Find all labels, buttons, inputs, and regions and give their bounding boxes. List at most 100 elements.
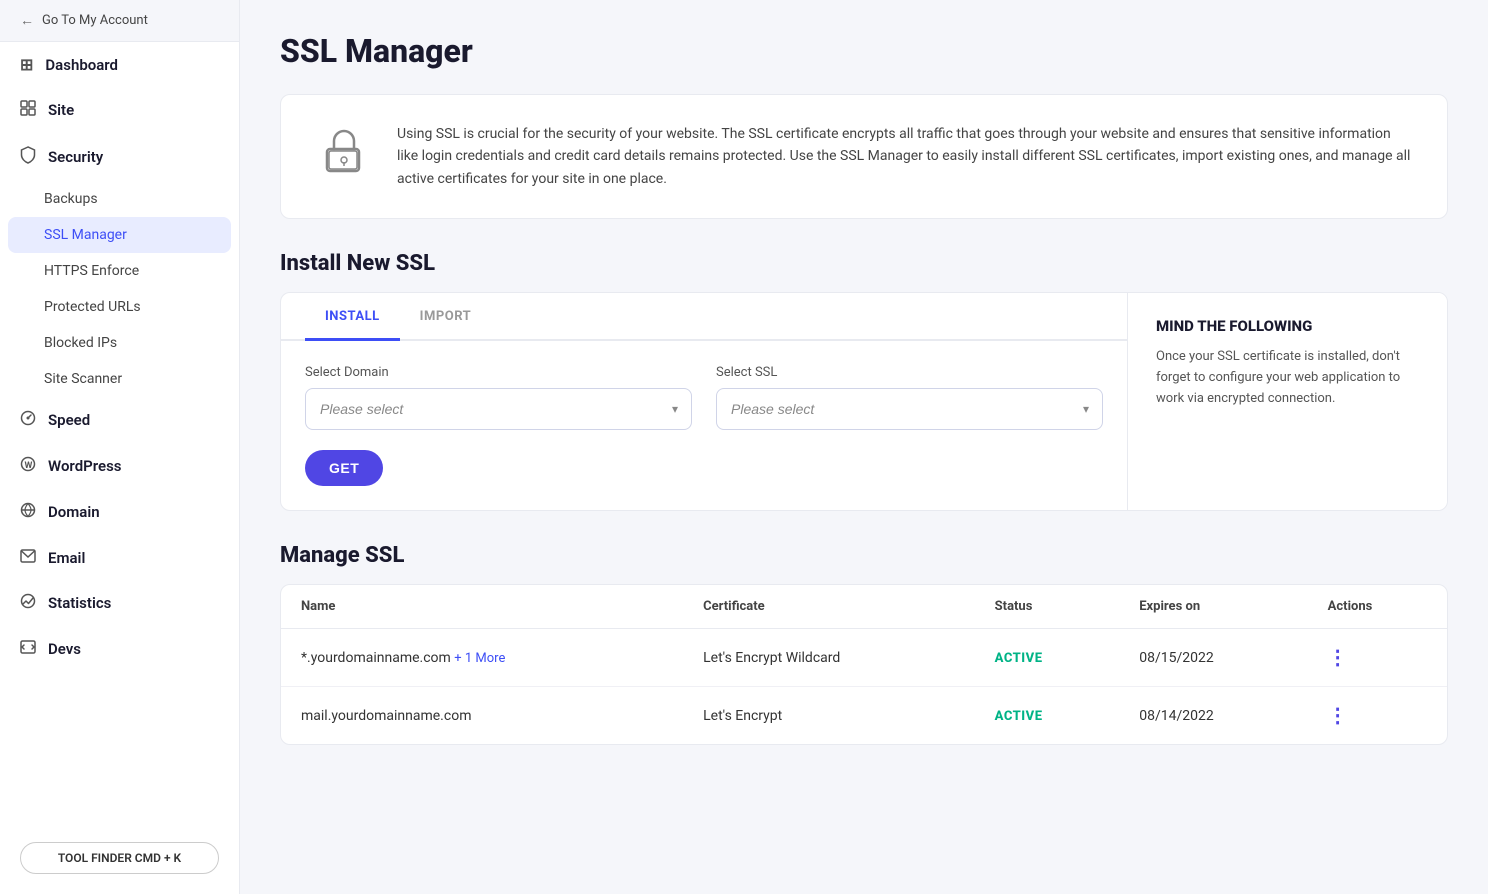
install-card-body: INSTALL IMPORT Select Domain Please sele… (281, 293, 1447, 510)
sidebar: ← Go To My Account ⊞ Dashboard Site Secu… (0, 0, 240, 894)
protected-urls-label: Protected URLs (44, 299, 141, 315)
select-domain-wrap: Please select ▾ (305, 388, 692, 430)
col-header-actions: Actions (1308, 585, 1447, 629)
https-enforce-label: HTTPS Enforce (44, 263, 139, 279)
row2-expires-on: 08/14/2022 (1119, 687, 1307, 745)
backups-label: Backups (44, 191, 98, 207)
install-tabs: INSTALL IMPORT (281, 293, 1127, 341)
email-icon (20, 548, 36, 567)
select-domain-group: Select Domain Please select ▾ (305, 365, 692, 430)
ssl-icon-wrap (313, 123, 373, 183)
sidebar-item-site[interactable]: Site (0, 87, 239, 133)
install-right-panel: MIND THE FOLLOWING Once your SSL certifi… (1127, 293, 1447, 510)
row1-status: ACTIVE (975, 629, 1120, 687)
row1-more-link[interactable]: + 1 More (454, 651, 505, 666)
devs-icon (20, 639, 36, 659)
row2-actions-button[interactable]: ⋮ (1328, 703, 1349, 728)
tab-install[interactable]: INSTALL (305, 293, 400, 341)
main-content: SSL Manager Using SSL is crucial for the… (240, 0, 1488, 894)
table-row: *.yourdomainname.com + 1 More Let's Encr… (281, 629, 1447, 687)
row1-expires-on: 08/15/2022 (1119, 629, 1307, 687)
sidebar-sub-item-ssl-manager[interactable]: SSL Manager (8, 217, 231, 253)
sidebar-item-label-speed: Speed (48, 411, 90, 429)
go-to-my-account-label: Go To My Account (42, 13, 148, 28)
mind-text: Once your SSL certificate is installed, … (1156, 347, 1419, 409)
table-header: Name Certificate Status Expires on Actio… (281, 585, 1447, 629)
row1-name: *.yourdomainname.com + 1 More (281, 629, 683, 687)
tool-finder-button[interactable]: TOOL FINDER CMD + K (20, 842, 219, 874)
status-badge: ACTIVE (995, 651, 1043, 666)
sidebar-item-label-statistics: Statistics (48, 594, 111, 612)
col-header-expires-on: Expires on (1119, 585, 1307, 629)
info-description: Using SSL is crucial for the security of… (397, 123, 1415, 190)
status-badge: ACTIVE (995, 709, 1043, 724)
svg-text:W: W (25, 461, 33, 471)
sidebar-item-devs[interactable]: Devs (0, 626, 239, 672)
sidebar-item-label-security: Security (48, 148, 103, 166)
go-to-my-account-link[interactable]: ← Go To My Account (0, 0, 239, 42)
sidebar-item-dashboard[interactable]: ⊞ Dashboard (0, 42, 239, 87)
sidebar-sub-item-https-enforce[interactable]: HTTPS Enforce (0, 253, 239, 289)
blocked-ips-label: Blocked IPs (44, 335, 117, 351)
select-ssl-label: Select SSL (716, 365, 1103, 380)
row2-name: mail.yourdomainname.com (281, 687, 683, 745)
wordpress-icon: W (20, 456, 36, 476)
back-arrow-icon: ← (20, 12, 34, 29)
sidebar-item-statistics[interactable]: Statistics (0, 580, 239, 626)
speed-icon (20, 410, 36, 430)
statistics-icon (20, 593, 36, 613)
tool-finder-label: TOOL FINDER CMD + K (58, 851, 181, 865)
install-section-title: Install New SSL (280, 251, 1448, 276)
manage-section-title: Manage SSL (280, 543, 1448, 568)
install-form-row: Select Domain Please select ▾ Select SSL (281, 341, 1127, 430)
row1-domain: *.yourdomainname.com (301, 650, 451, 666)
table-body: *.yourdomainname.com + 1 More Let's Encr… (281, 629, 1447, 745)
row2-certificate: Let's Encrypt (683, 687, 975, 745)
select-domain-label: Select Domain (305, 365, 692, 380)
select-ssl-input[interactable]: Please select (716, 388, 1103, 430)
mind-title: MIND THE FOLLOWING (1156, 317, 1419, 335)
manage-ssl-table: Name Certificate Status Expires on Actio… (281, 585, 1447, 744)
sidebar-item-domain[interactable]: Domain (0, 489, 239, 535)
security-icon (20, 146, 36, 168)
manage-ssl-card: Name Certificate Status Expires on Actio… (280, 584, 1448, 745)
sidebar-item-speed[interactable]: Speed (0, 397, 239, 443)
sidebar-item-label-wordpress: WordPress (48, 457, 122, 475)
row1-actions-button[interactable]: ⋮ (1328, 645, 1349, 670)
domain-icon (20, 502, 36, 522)
row2-actions: ⋮ (1308, 687, 1447, 745)
sidebar-item-email[interactable]: Email (0, 535, 239, 580)
tab-import-label: IMPORT (420, 309, 472, 324)
table-row: mail.yourdomainname.com Let's Encrypt AC… (281, 687, 1447, 745)
col-header-certificate: Certificate (683, 585, 975, 629)
row1-certificate: Let's Encrypt Wildcard (683, 629, 975, 687)
page-title: SSL Manager (280, 32, 1448, 70)
select-domain-input[interactable]: Please select (305, 388, 692, 430)
dashboard-icon: ⊞ (20, 55, 33, 74)
row1-actions: ⋮ (1308, 629, 1447, 687)
sidebar-sub-item-protected-urls[interactable]: Protected URLs (0, 289, 239, 325)
info-box: Using SSL is crucial for the security of… (280, 94, 1448, 219)
sidebar-item-label-domain: Domain (48, 503, 100, 521)
select-ssl-wrap: Please select ▾ (716, 388, 1103, 430)
install-left-panel: INSTALL IMPORT Select Domain Please sele… (281, 293, 1127, 510)
sidebar-sub-item-backups[interactable]: Backups (0, 181, 239, 217)
row2-status: ACTIVE (975, 687, 1120, 745)
sidebar-item-label-email: Email (48, 549, 85, 567)
select-ssl-group: Select SSL Please select ▾ (716, 365, 1103, 430)
install-card: INSTALL IMPORT Select Domain Please sele… (280, 292, 1448, 511)
sidebar-sub-item-site-scanner[interactable]: Site Scanner (0, 361, 239, 397)
sidebar-item-label-devs: Devs (48, 640, 81, 658)
tab-install-label: INSTALL (325, 309, 380, 324)
col-header-name: Name (281, 585, 683, 629)
tab-import[interactable]: IMPORT (400, 293, 492, 341)
sidebar-item-label-dashboard: Dashboard (45, 56, 118, 74)
sidebar-item-label-site: Site (48, 101, 74, 119)
site-scanner-label: Site Scanner (44, 371, 122, 387)
sidebar-sub-item-blocked-ips[interactable]: Blocked IPs (0, 325, 239, 361)
get-button[interactable]: GET (305, 450, 383, 486)
ssl-manager-label: SSL Manager (44, 227, 127, 243)
ssl-lock-icon (315, 123, 371, 183)
sidebar-item-security[interactable]: Security (0, 133, 239, 181)
sidebar-item-wordpress[interactable]: W WordPress (0, 443, 239, 489)
